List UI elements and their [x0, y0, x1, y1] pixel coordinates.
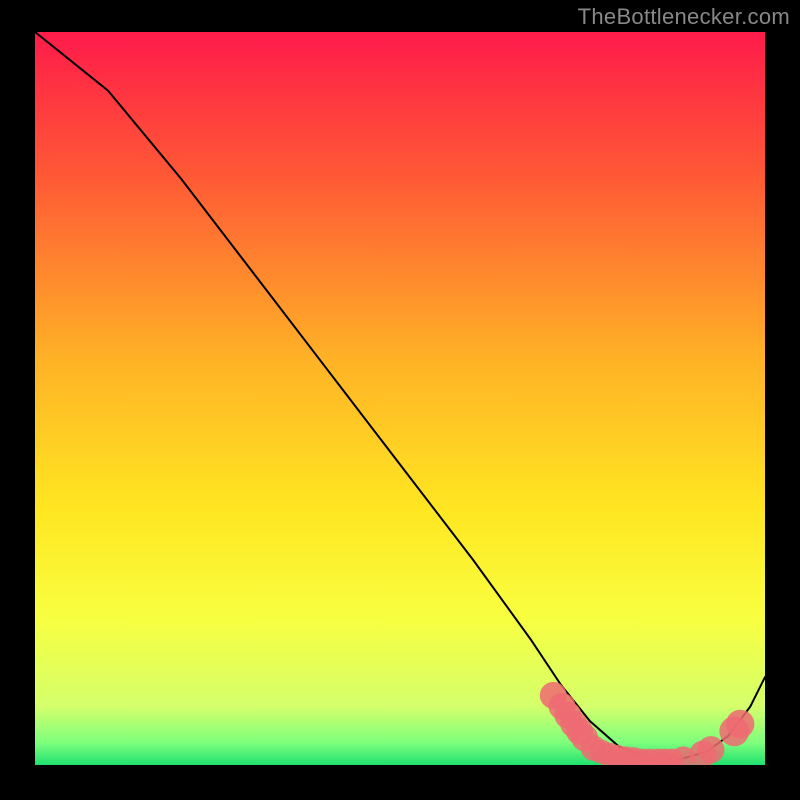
gradient-rect — [35, 32, 765, 765]
chart-frame: TheBottlenecker.com — [0, 0, 800, 800]
marker-dot — [726, 710, 754, 738]
bottleneck-chart-svg — [35, 32, 765, 765]
marker-dot — [697, 736, 724, 763]
watermark-text: TheBottlenecker.com — [578, 4, 790, 30]
plot-area — [35, 32, 765, 765]
